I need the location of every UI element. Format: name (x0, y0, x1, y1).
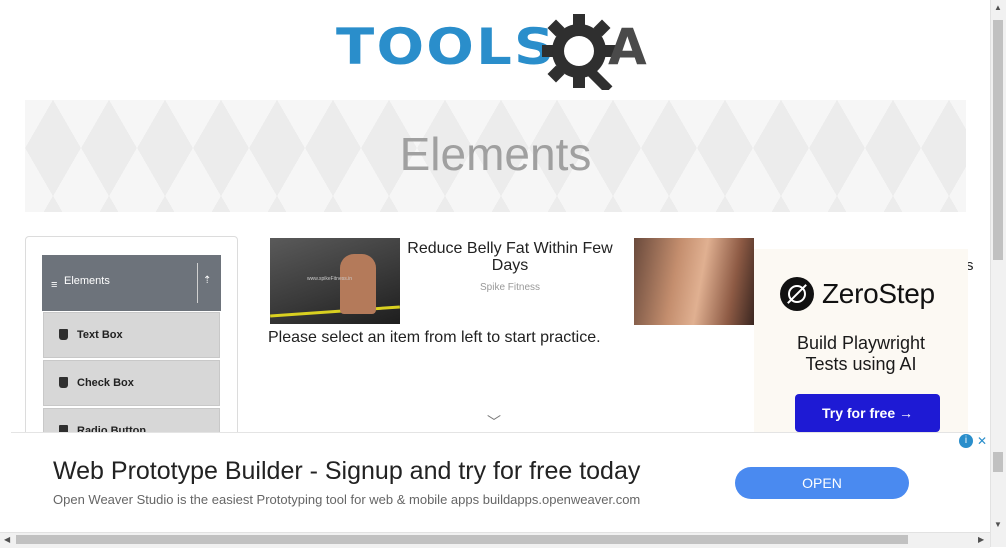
info-icon[interactable]: i (959, 434, 973, 448)
ad-headline[interactable]: Reduce Belly Fat Within Few Days (404, 240, 616, 274)
vertical-scroll-thumb-lower[interactable] (993, 452, 1003, 472)
sidebar-item-label: Check Box (77, 377, 134, 389)
bottom-ad-banner[interactable]: Web Prototype Builder - Signup and try f… (11, 432, 987, 531)
page-banner: Elements (25, 100, 966, 212)
logo-text-a: A (608, 18, 647, 76)
ad-image-band (270, 305, 400, 318)
left-sidebar: ≡ Elements ⇡ Text Box Check Box Radio Bu… (25, 236, 238, 458)
scroll-down-icon[interactable]: ▼ (994, 520, 1002, 529)
scroll-left-icon[interactable]: ◀ (4, 535, 10, 544)
page-title: Elements (399, 128, 592, 180)
open-button[interactable]: OPEN (735, 467, 909, 499)
zerostep-logo-icon (780, 277, 814, 311)
sidebar-group-label: Elements (64, 275, 110, 287)
sidebar-item-check-box[interactable]: Check Box (43, 360, 220, 406)
ad-image-couple[interactable] (634, 238, 754, 325)
bottom-ad-description: Open Weaver Studio is the easiest Protot… (53, 492, 641, 507)
scroll-right-icon[interactable]: ▶ (978, 535, 984, 544)
logo-text-tools: TOOLS (336, 18, 557, 76)
zerostep-brand: ZeroStep (822, 278, 935, 309)
toolsqa-logo[interactable]: TOOLS A (336, 14, 660, 90)
vertical-scroll-thumb[interactable] (993, 20, 1003, 260)
scroll-up-icon[interactable]: ▲ (994, 3, 1002, 12)
ad-image-watermark: www.spikeFitness.in (307, 276, 353, 282)
collapse-arrow-icon[interactable]: ⇡ (203, 275, 211, 286)
zerostep-line-1: Build Playwright (796, 333, 926, 353)
hamburger-icon: ≡ (51, 279, 58, 291)
zerostep-ad[interactable]: ZeroStep Build Playwright Tests using AI… (754, 249, 968, 449)
html5-icon (59, 377, 68, 388)
sidebar-item-text-box[interactable]: Text Box (43, 312, 220, 358)
horizontal-scroll-thumb[interactable] (16, 535, 908, 544)
ad-source[interactable]: Spike Fitness (404, 282, 616, 293)
sidebar-item-label: Text Box (77, 329, 123, 341)
close-icon[interactable]: ✕ (975, 434, 989, 448)
chevron-down-icon[interactable]: ﹀ (487, 412, 501, 432)
try-for-free-button[interactable]: Try for free → (795, 394, 940, 432)
ad-image-person (340, 254, 376, 314)
instruction-text: Please select an item from left to start… (268, 329, 601, 346)
html5-icon (59, 329, 68, 340)
sidebar-group-elements[interactable]: ≡ Elements ⇡ (42, 255, 221, 311)
zerostep-line-2: Tests using AI (805, 354, 917, 374)
group-divider (197, 263, 198, 303)
page: TOOLS A Elements ≡ Elements ⇡ Text Box C… (0, 0, 990, 532)
ad-image-fitness[interactable]: www.spikeFitness.in (270, 238, 400, 324)
bottom-ad-title[interactable]: Web Prototype Builder - Signup and try f… (53, 457, 640, 486)
